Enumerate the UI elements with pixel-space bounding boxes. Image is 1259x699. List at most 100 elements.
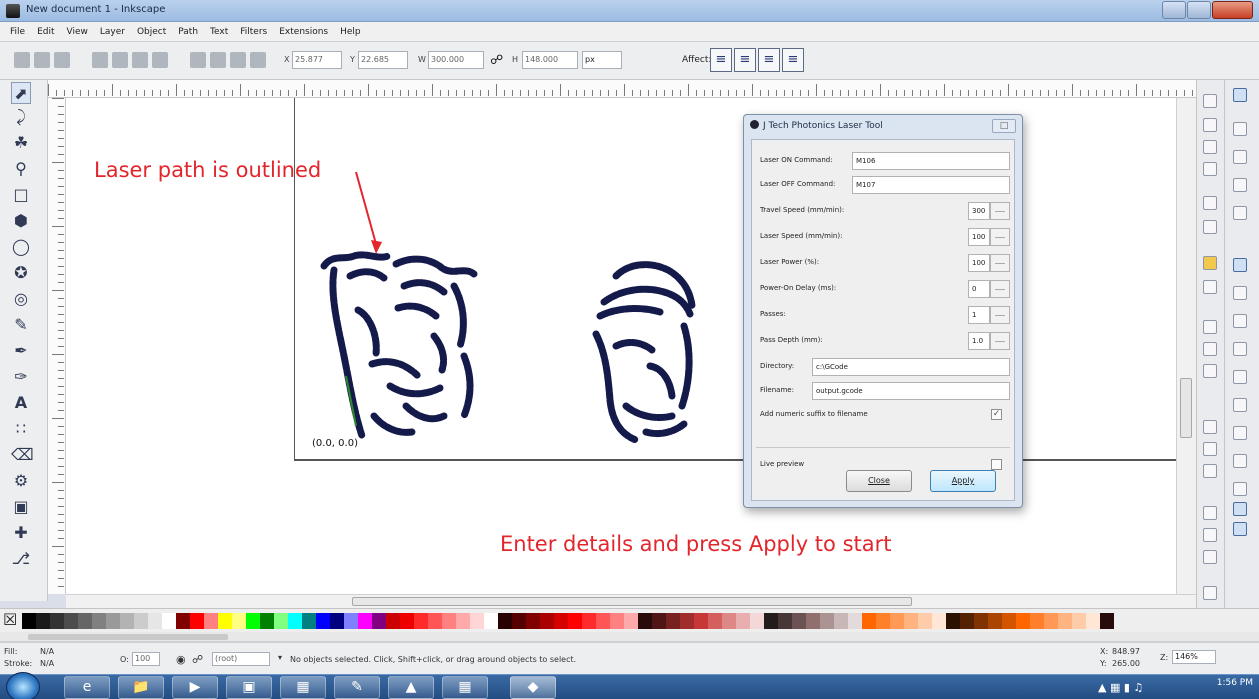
undo-icon[interactable] xyxy=(1203,256,1217,270)
palette-swatch[interactable] xyxy=(890,613,904,629)
palette-swatch[interactable] xyxy=(1016,613,1030,629)
palette-swatch[interactable] xyxy=(512,613,526,629)
palette-swatch[interactable] xyxy=(64,613,78,629)
snap-bbox-icon[interactable] xyxy=(1233,122,1247,136)
palette-swatch[interactable] xyxy=(358,613,372,629)
palette-swatch[interactable] xyxy=(820,613,834,629)
lock-icon[interactable]: ☍ xyxy=(490,53,503,68)
palette-scrollbar[interactable] xyxy=(0,632,1259,642)
palette-swatch[interactable] xyxy=(932,613,946,629)
palette-swatch[interactable] xyxy=(554,613,568,629)
vertical-scrollbar[interactable] xyxy=(1176,98,1196,594)
palette-swatch[interactable] xyxy=(218,613,232,629)
y-field[interactable]: 22.685 xyxy=(358,51,408,69)
layer-dropdown-icon[interactable]: ▾ xyxy=(278,653,282,662)
fill-value[interactable]: N/A xyxy=(40,647,54,656)
zoom-page-icon[interactable] xyxy=(1203,464,1217,478)
save-icon[interactable] xyxy=(1203,140,1217,154)
no-paint-icon[interactable]: ☒ xyxy=(3,611,19,629)
layer-visibility-icon[interactable]: ◉ xyxy=(176,653,186,666)
palette-swatch[interactable] xyxy=(92,613,106,629)
palette-swatch[interactable] xyxy=(36,613,50,629)
power-on-delay-spinner[interactable] xyxy=(990,280,1010,298)
zoom-field[interactable]: 146% xyxy=(1172,650,1216,664)
palette-swatch[interactable] xyxy=(78,613,92,629)
zoom-icon[interactable]: ⚲ xyxy=(11,158,31,180)
clone-icon[interactable] xyxy=(1203,528,1217,542)
travel-speed-input[interactable]: 300 xyxy=(968,202,990,220)
palette-swatch[interactable] xyxy=(596,613,610,629)
palette-swatch[interactable] xyxy=(442,613,456,629)
menu-edit[interactable]: Edit xyxy=(37,27,54,37)
palette-swatch[interactable] xyxy=(960,613,974,629)
laser-off-input[interactable]: M107 xyxy=(852,176,1010,194)
palette-swatch[interactable] xyxy=(204,613,218,629)
palette-swatch[interactable] xyxy=(834,613,848,629)
snap-smooth-icon[interactable] xyxy=(1233,370,1247,384)
snap-nodes-icon[interactable] xyxy=(1233,258,1247,272)
cut-icon[interactable] xyxy=(1203,342,1217,356)
palette-swatch[interactable] xyxy=(722,613,736,629)
text-icon[interactable]: A xyxy=(11,392,31,414)
horizontal-scrollbar[interactable] xyxy=(66,594,1196,608)
close-button[interactable]: Close xyxy=(846,470,912,492)
palette-swatch[interactable] xyxy=(260,613,274,629)
tray-icons[interactable]: ▲ ▦ ▮ ♫ xyxy=(1098,681,1143,694)
calligraphy-icon[interactable]: ✑ xyxy=(11,366,31,388)
group-icon[interactable] xyxy=(1203,550,1217,564)
3dbox-icon[interactable]: ⬢ xyxy=(11,210,31,232)
raise-icon[interactable] xyxy=(210,52,226,68)
palette-swatch[interactable] xyxy=(344,613,358,629)
snap-cusp-icon[interactable] xyxy=(1233,342,1247,356)
palette-swatch[interactable] xyxy=(456,613,470,629)
palette-swatch[interactable] xyxy=(162,613,176,629)
lower-icon[interactable] xyxy=(230,52,246,68)
apply-button[interactable]: Apply xyxy=(930,470,996,492)
palette-swatch[interactable] xyxy=(120,613,134,629)
menu-extensions[interactable]: Extensions xyxy=(279,27,328,37)
palette-swatch[interactable] xyxy=(848,613,862,629)
palette-swatch[interactable] xyxy=(946,613,960,629)
rotate-cw-icon[interactable] xyxy=(112,52,128,68)
menu-view[interactable]: View xyxy=(67,27,88,37)
palette-swatch[interactable] xyxy=(302,613,316,629)
clock[interactable]: 1:56 PM xyxy=(1217,678,1253,688)
palette-swatch[interactable] xyxy=(232,613,246,629)
palette-swatch[interactable] xyxy=(750,613,764,629)
palette-swatch[interactable] xyxy=(330,613,344,629)
palette-swatch[interactable] xyxy=(106,613,120,629)
palette-swatch[interactable] xyxy=(1044,613,1058,629)
palette-swatch[interactable] xyxy=(400,613,414,629)
maximize-button[interactable] xyxy=(1186,1,1211,19)
palette-swatch[interactable] xyxy=(1030,613,1044,629)
snap-midpoint-icon[interactable] xyxy=(1233,398,1247,412)
rect-icon[interactable]: □ xyxy=(11,184,31,206)
export-icon[interactable] xyxy=(1203,220,1217,234)
palette-swatch[interactable] xyxy=(610,613,624,629)
deselect-icon[interactable] xyxy=(54,52,70,68)
spiral-icon[interactable]: ◎ xyxy=(11,288,31,310)
media-taskbar-icon[interactable]: ▶ xyxy=(172,676,218,699)
x-field[interactable]: 25.877 xyxy=(292,51,342,69)
palette-swatches[interactable] xyxy=(22,613,1114,629)
palette-swatch[interactable] xyxy=(904,613,918,629)
pencil-icon[interactable]: ✎ xyxy=(11,314,31,336)
snap-toggle-icon[interactable] xyxy=(1233,88,1247,102)
palette-swatch[interactable] xyxy=(372,613,386,629)
palette-swatch[interactable] xyxy=(918,613,932,629)
drawing-canvas[interactable]: (0.0, 0.0) Laser path is outlined Enter … xyxy=(66,98,1196,594)
gradient-icon[interactable]: ▣ xyxy=(11,496,31,518)
palette-swatch[interactable] xyxy=(624,613,638,629)
palette-swatch[interactable] xyxy=(414,613,428,629)
duplicate-icon[interactable] xyxy=(1203,506,1217,520)
snap-rotation-center-icon[interactable] xyxy=(1233,454,1247,468)
ellipse-icon[interactable]: ◯ xyxy=(11,236,31,258)
palette-swatch[interactable] xyxy=(652,613,666,629)
palette-swatch[interactable] xyxy=(50,613,64,629)
palette-swatch[interactable] xyxy=(1072,613,1086,629)
selector-icon[interactable]: ⬈ xyxy=(11,82,31,104)
palette-swatch[interactable] xyxy=(806,613,820,629)
palette-swatch[interactable] xyxy=(862,613,876,629)
menu-layer[interactable]: Layer xyxy=(100,27,125,37)
paste-icon[interactable] xyxy=(1203,364,1217,378)
